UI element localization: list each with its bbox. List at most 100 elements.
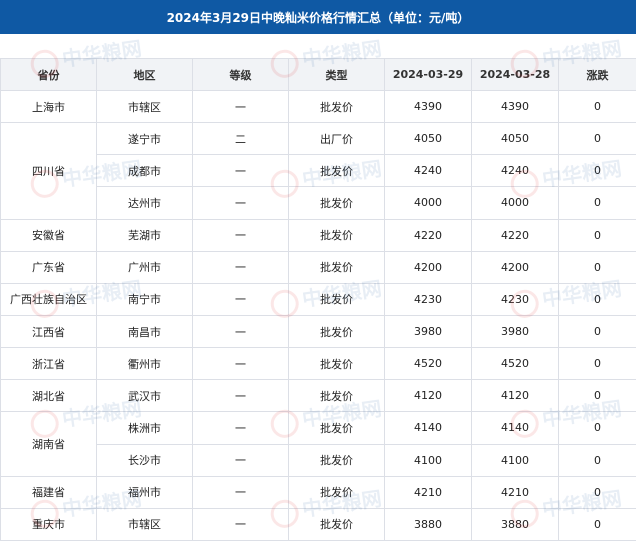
cell-change: 0	[558, 122, 636, 156]
cell-province: 湖南省	[0, 411, 97, 477]
table-title: 2024年3月29日中晚籼米价格行情汇总（单位：元/吨）	[0, 0, 636, 34]
cell-price-date1: 4220	[384, 218, 472, 252]
cell-grade: 一	[192, 186, 289, 220]
cell-price-date1: 4120	[384, 379, 472, 413]
header-row: 省份 地区 等级 类型 2024-03-29 2024-03-28 涨跌	[0, 58, 636, 91]
cell-price-date2: 4100	[471, 443, 559, 477]
cell-grade: 二	[192, 122, 289, 156]
cell-province: 四川省	[0, 122, 97, 220]
price-table: 省份 地区 等级 类型 2024-03-29 2024-03-28 涨跌 上海市…	[0, 58, 636, 542]
cell-price-date2: 4120	[471, 379, 559, 413]
cell-price-date2: 4050	[471, 122, 559, 156]
cell-price-date1: 4000	[384, 186, 472, 220]
table-row: 长沙市 一 批发价 4100 4100 0	[1, 443, 636, 477]
cell-area: 遂宁市	[96, 122, 193, 156]
cell-price-date2: 3880	[471, 507, 559, 542]
cell-type: 批发价	[288, 186, 385, 220]
cell-type: 批发价	[288, 507, 385, 542]
cell-area: 南昌市	[96, 314, 193, 349]
cell-grade: 一	[192, 411, 289, 445]
table-row: 成都市 一 批发价 4240 4240 0	[1, 154, 636, 188]
cell-change: 0	[558, 443, 636, 477]
cell-change: 0	[558, 186, 636, 220]
cell-type: 批发价	[288, 154, 385, 188]
table-row: 广西壮族自治区 南宁市 一 批发价 4230 4230 0	[0, 282, 636, 316]
cell-type: 批发价	[288, 218, 385, 252]
cell-price-date2: 4230	[471, 282, 559, 316]
cell-type: 批发价	[288, 475, 385, 509]
cell-change: 0	[558, 89, 636, 124]
cell-price-date1: 4520	[384, 347, 472, 381]
cell-type: 批发价	[288, 314, 385, 349]
table-row: 湖北省 武汉市 一 批发价 4120 4120 0	[0, 379, 636, 413]
cell-change: 0	[558, 475, 636, 509]
col-header-change: 涨跌	[558, 58, 636, 91]
table-row: 浙江省 衢州市 一 批发价 4520 4520 0	[0, 347, 636, 381]
cell-price-date1: 3880	[384, 507, 472, 542]
cell-grade: 一	[192, 218, 289, 252]
cell-province: 安徽省	[0, 218, 97, 252]
cell-grade: 一	[192, 475, 289, 509]
cell-area: 南宁市	[96, 282, 193, 316]
cell-price-date1: 4140	[384, 411, 472, 445]
cell-change: 0	[558, 314, 636, 349]
cell-province: 广东省	[0, 250, 97, 284]
cell-area: 达州市	[96, 186, 193, 220]
col-header-grade: 等级	[192, 58, 289, 91]
cell-grade: 一	[192, 314, 289, 349]
cell-price-date2: 4000	[471, 186, 559, 220]
cell-change: 0	[558, 411, 636, 445]
table-row: 四川省 遂宁市 二 出厂价 4050 4050 0	[0, 122, 636, 220]
cell-change: 0	[558, 218, 636, 252]
cell-grade: 一	[192, 89, 289, 124]
cell-change: 0	[558, 347, 636, 381]
col-header-area: 地区	[96, 58, 193, 91]
table-row: 安徽省 芜湖市 一 批发价 4220 4220 0	[0, 218, 636, 252]
cell-type: 批发价	[288, 250, 385, 284]
cell-price-date2: 4240	[471, 154, 559, 188]
cell-price-date1: 3980	[384, 314, 472, 349]
cell-grade: 一	[192, 379, 289, 413]
cell-change: 0	[558, 507, 636, 542]
cell-type: 批发价	[288, 443, 385, 477]
cell-area: 长沙市	[96, 443, 193, 477]
cell-price-date2: 4390	[471, 89, 559, 124]
cell-area: 衢州市	[96, 347, 193, 381]
cell-area: 广州市	[96, 250, 193, 284]
table-row: 广东省 广州市 一 批发价 4200 4200 0	[0, 250, 636, 284]
table-row: 江西省 南昌市 一 批发价 3980 3980 0	[0, 314, 636, 349]
cell-area: 成都市	[96, 154, 193, 188]
cell-grade: 一	[192, 507, 289, 542]
col-header-date2: 2024-03-28	[471, 58, 559, 91]
cell-price-date2: 4220	[471, 218, 559, 252]
cell-price-date1: 4210	[384, 475, 472, 509]
cell-change: 0	[558, 154, 636, 188]
cell-price-date1: 4200	[384, 250, 472, 284]
cell-type: 批发价	[288, 282, 385, 316]
table-row: 上海市 市辖区 一 批发价 4390 4390 0	[0, 89, 636, 124]
cell-type: 批发价	[288, 379, 385, 413]
cell-province: 上海市	[0, 89, 97, 124]
cell-price-date2: 4210	[471, 475, 559, 509]
cell-area: 市辖区	[96, 507, 193, 542]
table-row: 达州市 一 批发价 4000 4000 0	[1, 186, 636, 220]
col-header-province: 省份	[0, 58, 97, 91]
cell-province: 湖北省	[0, 379, 97, 413]
cell-price-date2: 4200	[471, 250, 559, 284]
col-header-type: 类型	[288, 58, 385, 91]
cell-price-date2: 3980	[471, 314, 559, 349]
cell-type: 批发价	[288, 89, 385, 124]
col-header-date1: 2024-03-29	[384, 58, 472, 91]
cell-price-date1: 4240	[384, 154, 472, 188]
cell-grade: 一	[192, 443, 289, 477]
cell-change: 0	[558, 379, 636, 413]
cell-grade: 一	[192, 250, 289, 284]
cell-change: 0	[558, 282, 636, 316]
cell-price-date2: 4520	[471, 347, 559, 381]
cell-grade: 一	[192, 347, 289, 381]
cell-province: 浙江省	[0, 347, 97, 381]
cell-province: 江西省	[0, 314, 97, 349]
table-row: 重庆市 市辖区 一 批发价 3880 3880 0	[0, 507, 636, 542]
cell-price-date1: 4230	[384, 282, 472, 316]
table-row: 湖南省 株洲市 一 批发价 4140 4140 0	[0, 411, 636, 477]
